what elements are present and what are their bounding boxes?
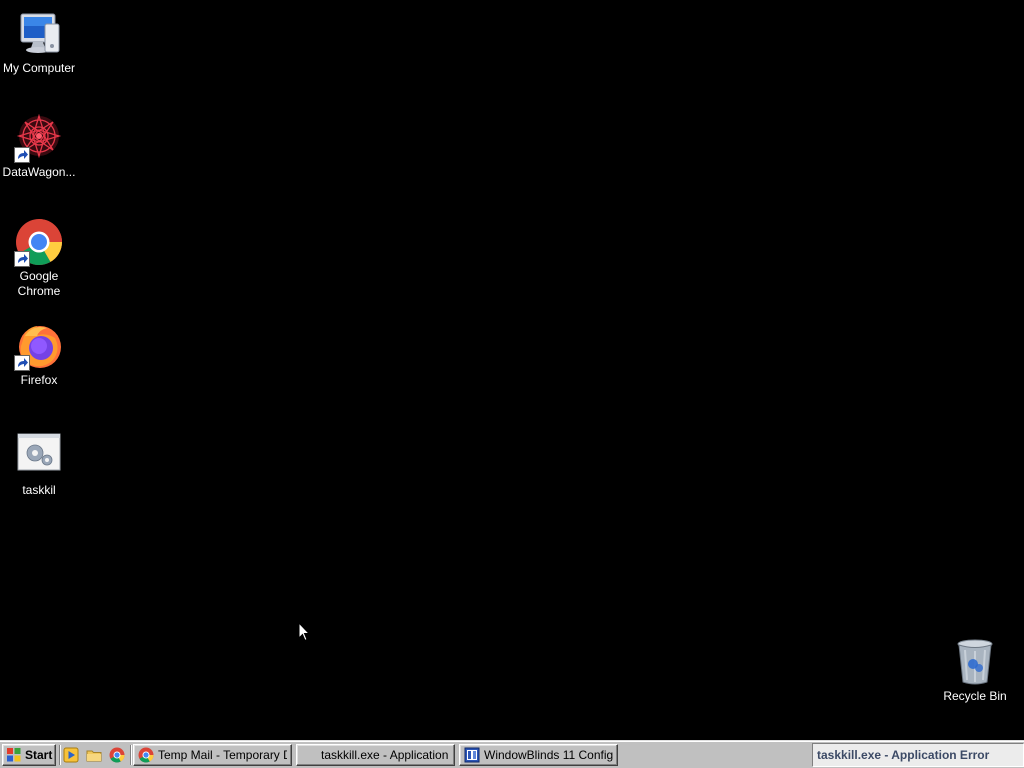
computer-icon — [15, 10, 63, 58]
desktop-icon-label: Firefox — [20, 373, 58, 387]
start-button[interactable]: Start — [2, 744, 56, 766]
tray-message[interactable]: taskkill.exe - Application Error — [817, 748, 989, 762]
task-label: taskkill.exe - Application Er... — [321, 748, 450, 762]
taskbar-separator — [130, 745, 132, 765]
chrome-icon — [109, 747, 125, 763]
taskbar-button-taskkill-error[interactable]: taskkill.exe - Application Er... — [296, 744, 455, 766]
desktop-icon-taskkil[interactable]: taskkil — [0, 432, 78, 498]
task-label: Temp Mail - Temporary Dis... — [158, 748, 287, 762]
desktop-icon-firefox[interactable]: Firefox — [0, 322, 78, 388]
notification-area[interactable]: taskkill.exe - Application Error — [812, 743, 1024, 767]
chrome-icon — [138, 747, 154, 763]
desktop-icon-google-chrome[interactable]: Google Chrome — [0, 218, 78, 299]
start-label: Start — [25, 748, 53, 762]
desktop-icon-label: taskkil — [22, 483, 56, 497]
desktop-icon-label: Recycle Bin — [943, 689, 1007, 703]
task-label: WindowBlinds 11 Configur... — [484, 748, 613, 762]
taskbar: Start Temp Mail - Temporary taskkill.exe… — [0, 740, 1024, 768]
media-player-icon — [63, 747, 79, 763]
folder-icon — [86, 750, 102, 762]
desktop[interactable]: My Computer DataWagon... Google Chrome F… — [0, 0, 1024, 740]
shortcut-arrow-icon — [14, 147, 30, 163]
desktop-icon-recycle-bin[interactable]: Recycle Bin — [936, 638, 1014, 704]
desktop-icon-datawagon[interactable]: DataWagon... — [0, 113, 78, 180]
blank-icon — [301, 747, 317, 763]
desktop-icon-label: Google Chrome — [17, 269, 61, 298]
windowblinds-icon — [464, 747, 480, 763]
windows-logo-icon — [7, 748, 21, 762]
recycle-bin-icon — [951, 638, 999, 686]
quicklaunch-media-player[interactable] — [62, 746, 80, 764]
shortcut-arrow-icon — [14, 355, 30, 371]
desktop-icon-label: My Computer — [2, 61, 76, 75]
chrome-icon — [14, 218, 63, 267]
mouse-cursor-icon — [298, 622, 310, 642]
taskbar-button-windowblinds[interactable]: WindowBlinds 11 Configur... — [459, 744, 618, 766]
desktop-icon-my-computer[interactable]: My Computer — [0, 10, 78, 76]
quicklaunch-chrome[interactable] — [108, 746, 126, 764]
settings-gears-icon — [15, 432, 63, 480]
taskbar-button-temp-mail[interactable]: Temp Mail - Temporary Dis... — [133, 744, 292, 766]
firefox-icon — [14, 322, 63, 371]
datawagon-icon — [14, 113, 63, 163]
quicklaunch-folder[interactable] — [85, 746, 103, 764]
shortcut-arrow-icon — [14, 251, 30, 267]
desktop-icon-label: DataWagon... — [2, 165, 76, 179]
taskbar-separator — [59, 745, 61, 765]
